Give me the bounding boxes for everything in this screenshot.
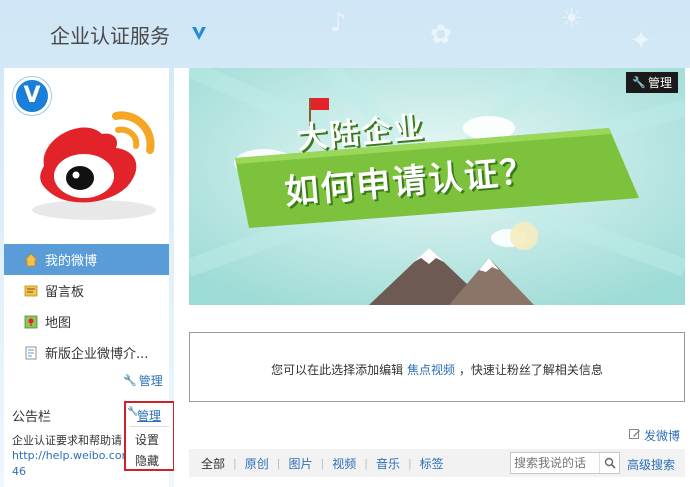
bulletin-manage-popup: 🔧 管理 设置 隐藏 [124,401,175,471]
feed-search-box [510,452,620,474]
message-board-icon [24,284,38,298]
sidebar-item-label: 地图 [45,316,72,331]
divider: | [233,456,237,470]
tab-all[interactable]: 全部 [201,455,225,472]
focus-video-box: 您可以在此选择添加编辑 焦点视频 ，快速让粉丝了解相关信息 [189,332,685,402]
verified-badge-icon: V [13,77,51,115]
manage-label: 管理 [647,76,672,90]
wrench-icon: 🔧 [632,76,646,89]
tab-tags[interactable]: 标签 [420,455,444,472]
banner-manage-button[interactable]: 🔧 管理 [626,72,678,93]
sidebar-item-message-board[interactable]: 留言板 [4,275,169,306]
sidebar-item-label: 新版企业微博介... [45,347,149,362]
divider: | [407,456,412,470]
sidebar-manage-link[interactable]: 🔧 管理 [123,372,163,389]
feed-filter-bar: 全部 | 原创 | 图片 | 视频 | 音乐 | 标签 高级搜索 [189,449,685,477]
popup-item-settings[interactable]: 设置 [135,431,159,448]
sidebar-item-map[interactable]: 地图 [4,306,169,337]
divider: | [364,456,368,470]
bulletin-text: 企业认证要求和帮助请 [12,434,122,447]
verified-v-icon [192,27,206,40]
post-weibo-label: 发微博 [643,429,680,443]
bulletin-manage-button[interactable]: 管理 [137,407,161,424]
page-header: ♪ ✿ ☀ ✦ 企业认证服务 [0,0,690,68]
tab-video[interactable]: 视频 [332,455,356,472]
edit-icon [628,428,641,443]
advanced-search-link[interactable]: 高级搜索 [627,456,675,473]
map-icon [24,315,38,329]
tab-music[interactable]: 音乐 [376,455,400,472]
background-decoration: ✿ [430,20,452,50]
bulletin-help-link[interactable]: http://help.weibo.com/f [12,449,134,462]
tab-images[interactable]: 图片 [288,455,312,472]
wrench-icon: 🔧 [123,374,137,387]
post-weibo-button[interactable]: 发微博 [628,427,680,444]
search-icon[interactable] [599,453,619,473]
focus-video-hint: 您可以在此选择添加编辑 焦点视频 ，快速让粉丝了解相关信息 [190,361,684,378]
divider: | [276,456,281,470]
background-decoration: ☀ [560,4,584,34]
background-decoration: ♪ [330,8,347,38]
focus-video-link[interactable]: 焦点视频 [407,363,455,377]
document-icon [24,346,38,360]
bulletin-title: 公告栏 [12,410,52,425]
weibo-logo-icon [32,111,156,220]
avatar[interactable]: V [4,68,169,238]
page-title: 企业认证服务 [50,24,170,48]
background-decoration: ✦ [630,26,652,56]
search-input[interactable] [511,453,599,473]
bulletin-link-tail[interactable]: 46 [12,465,26,478]
sidebar-item-my-weibo[interactable]: 我的微博 [4,244,169,275]
tab-original[interactable]: 原创 [245,455,269,472]
divider [130,426,169,427]
popup-item-hide[interactable]: 隐藏 [135,452,159,469]
hint-prefix: 您可以在此选择添加编辑 [271,363,404,377]
main-content: 大陆企业 如何申请认证？ 🔧 管理 您可以在此选择添加编辑 焦点视频 ，快速让粉… [174,68,690,487]
sidebar-nav: 我的微博 留言板 地图 新版企业微博介... [4,244,169,368]
sidebar-item-label: 留言板 [45,285,85,300]
hint-suffix: ，快速让粉丝了解相关信息 [458,363,603,377]
sidebar-item-new-enterprise-intro[interactable]: 新版企业微博介... [4,337,169,368]
divider: | [320,456,325,470]
manage-label: 管理 [138,374,163,388]
focus-banner[interactable]: 大陆企业 如何申请认证？ 🔧 管理 [189,68,685,305]
home-icon [24,252,38,267]
sidebar-item-label: 我的微博 [45,254,98,269]
